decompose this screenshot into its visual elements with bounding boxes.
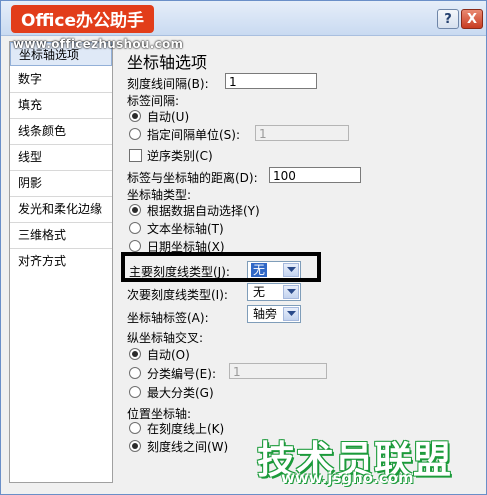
sidebar-item-label: 阴影 <box>18 176 43 190</box>
position-between-ticks-label: 刻度线之间(W) <box>147 440 229 454</box>
crosses-category-number-input[interactable]: 1 <box>229 363 327 379</box>
sidebar-item-alignment[interactable]: 对齐方式 <box>10 249 112 273</box>
axis-labels-label: 坐标轴标签(A): <box>127 311 209 325</box>
crosses-auto-radio[interactable] <box>129 348 141 360</box>
axis-type-label: 坐标轴类型: <box>127 188 192 202</box>
position-on-tick-label: 在刻度线上(K) <box>147 422 225 436</box>
minor-tick-type-select[interactable]: 无 <box>247 283 301 301</box>
label-distance-label: 标签与坐标轴的距离(D): <box>127 171 258 185</box>
sidebar-item-line-color[interactable]: 线条颜色 <box>10 119 112 143</box>
logo-url: www.jsgho.com <box>281 469 414 487</box>
label-interval-label: 标签间隔: <box>127 94 180 108</box>
sidebar-item-shadow[interactable]: 阴影 <box>10 171 112 195</box>
sidebar-item-fill[interactable]: 填充 <box>10 93 112 117</box>
chevron-down-icon <box>283 307 299 321</box>
crosses-max-category-label: 最大分类(G) <box>147 386 214 400</box>
minor-tick-type-label: 次要刻度线类型(I): <box>127 288 228 302</box>
window-title: Office办公助手 <box>11 5 155 33</box>
tick-interval-label: 刻度线间隔(B): <box>127 77 209 91</box>
axis-type-auto-radio[interactable] <box>129 204 141 216</box>
vertical-axis-crosses-label: 纵坐标轴交叉: <box>127 331 204 345</box>
sidebar-item-number[interactable]: 数字 <box>10 67 112 91</box>
sidebar-item-line-style[interactable]: 线型 <box>10 145 112 169</box>
crosses-auto-label: 自动(O) <box>147 348 190 362</box>
watermark-url: www.officezhushou.com <box>13 37 184 51</box>
axis-type-text-radio[interactable] <box>129 222 141 234</box>
position-on-tick-radio[interactable] <box>129 422 141 434</box>
axis-labels-select[interactable]: 轴旁 <box>247 305 301 323</box>
label-distance-input[interactable]: 100 <box>269 167 361 183</box>
tick-interval-input[interactable]: 1 <box>225 73 317 89</box>
sidebar-item-label: 三维格式 <box>18 228 67 242</box>
annotation-highlight-box <box>121 252 321 282</box>
label-interval-specified-label: 指定间隔单位(S): <box>147 128 241 142</box>
axis-type-text-label: 文本坐标轴(T) <box>147 222 224 236</box>
close-icon: X <box>466 11 478 27</box>
chevron-down-icon <box>283 285 299 299</box>
sidebar-item-label: 对齐方式 <box>18 254 67 268</box>
title-bar[interactable]: Office办公助手 ? X <box>1 1 486 36</box>
label-interval-auto-label: 自动(U) <box>147 110 190 124</box>
sidebar-item-3d-format[interactable]: 三维格式 <box>10 223 112 247</box>
axis-type-auto-label: 根据数据自动选择(Y) <box>147 204 260 218</box>
format-axis-dialog: Office办公助手 ? X 坐标轴选项 数字 填充 线条颜色 线型 阴影 发光… <box>0 0 487 495</box>
label-interval-specified-input[interactable]: 1 <box>255 125 349 141</box>
position-between-ticks-radio[interactable] <box>129 440 141 452</box>
help-icon: ? <box>444 11 452 27</box>
axis-labels-value: 轴旁 <box>253 307 278 321</box>
sidebar-item-label: 填充 <box>18 98 43 112</box>
help-button[interactable]: ? <box>437 9 459 29</box>
sidebar-item-label: 线条颜色 <box>18 124 67 138</box>
reverse-order-label: 逆序类别(C) <box>147 149 213 163</box>
crosses-category-number-radio[interactable] <box>129 367 141 379</box>
crosses-category-number-label: 分类编号(E): <box>147 367 216 381</box>
axis-type-date-radio[interactable] <box>129 240 141 252</box>
category-list: 坐标轴选项 数字 填充 线条颜色 线型 阴影 发光和柔化边缘 三维格式 对齐方式 <box>9 41 113 483</box>
minor-tick-type-value: 无 <box>253 285 266 299</box>
sidebar-item-label: 发光和柔化边缘 <box>18 202 103 216</box>
logo: 技术员联盟 www.jsgho.com <box>257 429 452 487</box>
panel-title: 坐标轴选项 <box>127 53 208 72</box>
label-interval-auto-radio[interactable] <box>129 110 141 122</box>
sidebar-item-glow-soft-edges[interactable]: 发光和柔化边缘 <box>10 197 112 221</box>
close-button[interactable]: X <box>461 9 483 29</box>
sidebar-item-label: 数字 <box>18 72 43 86</box>
crosses-max-category-radio[interactable] <box>129 386 141 398</box>
label-interval-specified-radio[interactable] <box>129 128 141 140</box>
reverse-order-checkbox[interactable] <box>129 149 142 162</box>
sidebar-item-label: 线型 <box>18 150 43 164</box>
